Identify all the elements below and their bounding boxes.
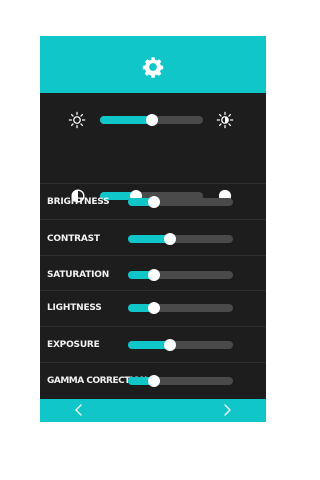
contrast-slider[interactable] <box>128 233 233 245</box>
adjustment-row-saturation: SATURATION <box>40 255 266 290</box>
sun-half-icon <box>216 111 234 129</box>
adjustment-label: LIGHTNESS <box>47 303 102 313</box>
lightness-slider[interactable] <box>128 302 233 314</box>
gamma-correction-slider[interactable] <box>128 375 233 387</box>
adjustment-label: BRIGHTNESS <box>47 197 110 207</box>
saturation-slider[interactable] <box>128 269 233 281</box>
slider-knob[interactable] <box>164 339 176 351</box>
slider-knob[interactable] <box>148 196 161 208</box>
slider-knob[interactable] <box>148 269 161 281</box>
slider-knob[interactable] <box>148 375 161 387</box>
controls-body: BRIGHTNESS CONTRAST SATURATION LIGHTNESS… <box>40 93 266 399</box>
settings-panel: BRIGHTNESS CONTRAST SATURATION LIGHTNESS… <box>40 36 266 422</box>
adjustment-row-contrast: CONTRAST <box>40 219 266 255</box>
slider-knob[interactable] <box>148 302 161 314</box>
adjustment-label: SATURATION <box>47 270 110 280</box>
chevron-left-icon[interactable] <box>72 403 86 417</box>
slider-knob[interactable] <box>164 233 176 245</box>
header-bar <box>40 36 266 93</box>
slider-fill <box>100 116 152 124</box>
sun-outline-icon <box>68 111 86 129</box>
chevron-right-icon[interactable] <box>220 403 234 417</box>
gear-icon[interactable] <box>142 56 164 78</box>
adjustment-label: EXPOSURE <box>47 340 100 350</box>
top-slider-brightness[interactable] <box>100 114 203 126</box>
adjustment-row-lightness: LIGHTNESS <box>40 290 266 326</box>
exposure-slider[interactable] <box>128 339 233 351</box>
slider-knob[interactable] <box>145 114 158 126</box>
footer-nav <box>40 399 266 422</box>
brightness-slider[interactable] <box>128 196 233 208</box>
adjustment-row-brightness: BRIGHTNESS <box>40 183 266 219</box>
adjustment-row-exposure: EXPOSURE <box>40 326 266 362</box>
adjustment-label: CONTRAST <box>47 234 100 244</box>
adjustment-row-gamma-correction: GAMMA CORRECTION <box>40 362 266 399</box>
